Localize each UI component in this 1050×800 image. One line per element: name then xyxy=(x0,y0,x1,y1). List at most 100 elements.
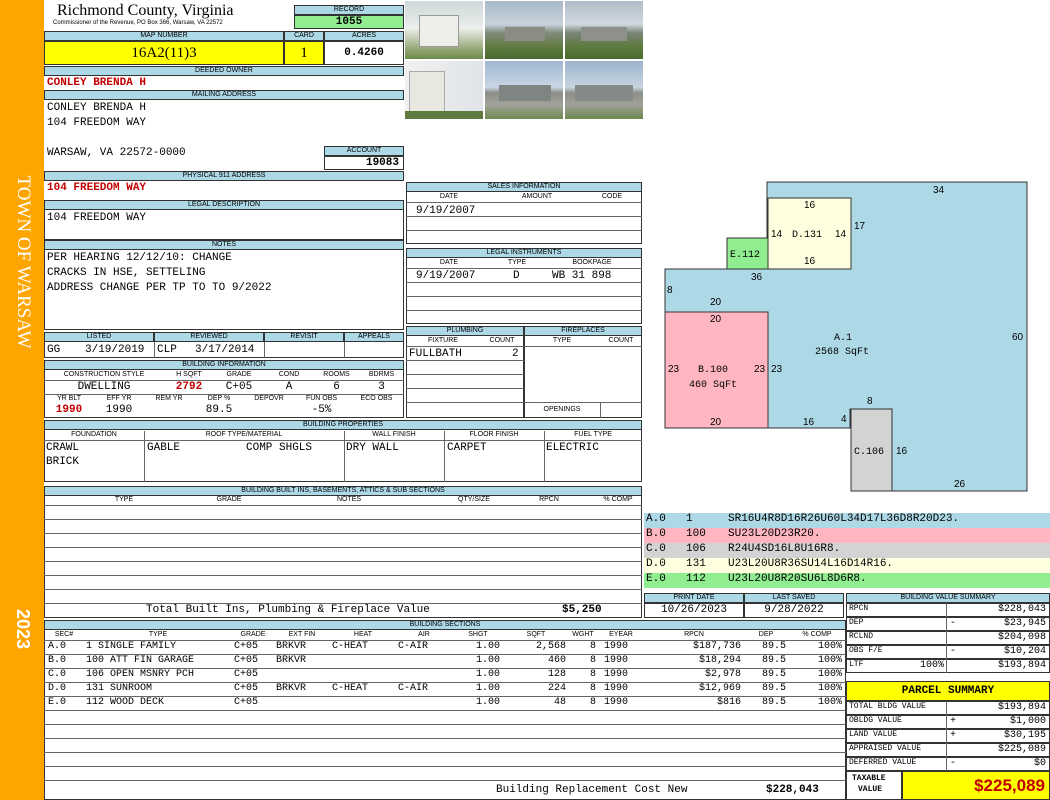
building-info-label: BUILDING INFORMATION xyxy=(44,360,404,370)
replacement-cost-label: Building Replacement Cost New xyxy=(496,784,688,796)
sketch-dim: 60 xyxy=(1012,332,1024,343)
bi-h-ecoobs: ECO OBS xyxy=(360,395,393,402)
sketch-dim: 8 xyxy=(867,396,873,407)
section-cell: 106 OPEN MSNRY PCH xyxy=(86,669,195,680)
parcel-summary-title: PARCEL SUMMARY xyxy=(846,681,1050,701)
fireplaces-col-count: COUNT xyxy=(608,337,634,344)
bp-h-wall: WALL FINISH xyxy=(372,431,416,438)
plumbing-label: PLUMBING xyxy=(406,326,524,336)
section-cell: 100 ATT FIN GARAGE xyxy=(86,655,195,666)
value-summary-key: LTF xyxy=(849,660,864,669)
property-photo xyxy=(564,0,644,60)
legal-instruments-label: LEGAL INSTRUMENTS xyxy=(406,248,642,258)
builtins-col-type: TYPE xyxy=(114,496,134,503)
sketch-dim: 16 xyxy=(896,446,908,457)
record-label: RECORD xyxy=(294,5,404,15)
bi-dep: 89.5 xyxy=(205,404,233,416)
parcel-summary-key: APPRAISED VALUE xyxy=(849,744,922,753)
bs-h-heat: HEAT xyxy=(353,631,373,638)
section-cell: 1.00 xyxy=(475,683,500,694)
bp-h-fuel: FUEL TYPE xyxy=(574,431,612,438)
bp-wall: DRY WALL xyxy=(346,442,399,454)
section-cell: $2,978 xyxy=(704,669,741,680)
value-summary-value: $228,043 xyxy=(997,604,1046,615)
bp-fuel: ELECTRIC xyxy=(546,442,599,454)
value-summary-pct: 100% xyxy=(919,660,944,671)
li-type: D xyxy=(513,270,520,282)
sketch-label-c: C.106 xyxy=(854,447,884,458)
section-cell: 112 WOOD DECK xyxy=(86,697,165,708)
section-cell: 1990 xyxy=(604,683,629,694)
section-cell: BRKVR xyxy=(276,683,307,694)
builtins-col-qty: QTY/SIZE xyxy=(458,496,490,503)
section-cell: 131 SUNROOM xyxy=(86,683,153,694)
deeded-owner-label: DEEDED OWNER xyxy=(44,66,404,76)
section-cell: 89.5 xyxy=(761,683,786,694)
section-cell: 100% xyxy=(817,697,842,708)
sketch-dim: 23 xyxy=(668,364,680,375)
bs-h-sqft: SQFT xyxy=(526,631,546,638)
openings-label: OPENINGS xyxy=(543,406,581,413)
bi-hsqft: 2792 xyxy=(175,381,203,393)
bs-h-wght: WGHT xyxy=(572,631,594,638)
listed-label: LISTED xyxy=(44,332,154,342)
sketch-dim: 4 xyxy=(841,414,847,425)
parcel-summary-value: $30,195 xyxy=(1003,730,1046,741)
print-date-label: PRINT DATE xyxy=(644,593,744,603)
physical-address: 104 FREEDOM WAY xyxy=(47,182,147,194)
bi-h-rooms: ROOMS xyxy=(323,371,350,378)
mailing-line: 104 FREEDOM WAY xyxy=(47,117,147,129)
card-number: 1 xyxy=(284,41,324,65)
section-cell: B.0 xyxy=(48,655,67,666)
builtins-total: $5,250 xyxy=(562,604,602,616)
bs-h-comp: % COMP xyxy=(802,631,832,638)
parcel-summary-value: $1,000 xyxy=(1009,716,1046,727)
sketch-dim: 8 xyxy=(667,285,673,296)
property-photo xyxy=(404,0,484,60)
revisit-label: REVISIT xyxy=(264,332,344,342)
taxable-label: VALUE xyxy=(858,785,883,794)
town-label: TOWN OF WARSAW xyxy=(13,175,34,349)
sketch-dim: 16 xyxy=(804,256,816,267)
bi-h-cs: CONSTRUCTION STYLE xyxy=(63,371,145,378)
bi-h-bdrms: BDRMS xyxy=(368,371,395,378)
physical-address-label: PHYSICAL 911 ADDRESS xyxy=(44,171,404,181)
li-col-type: TYPE xyxy=(507,259,527,266)
acres-label: ACRES xyxy=(324,31,404,41)
note-line: ADDRESS CHANGE PER TP TO TO 9/2022 xyxy=(47,282,272,294)
map-label: MAP NUMBER xyxy=(44,31,284,41)
parcel-summary-sign: - xyxy=(950,758,957,769)
section-cell: 224 xyxy=(547,683,566,694)
section-cell: $12,969 xyxy=(698,683,741,694)
fireplaces-col-type: TYPE xyxy=(552,337,572,344)
bp-h-foundation: FOUNDATION xyxy=(71,431,117,438)
legend-row: B.0 100 SU23L20D23R20. xyxy=(644,528,1050,543)
section-cell: C.0 xyxy=(48,669,67,680)
sketch-dim: 14 xyxy=(771,229,783,240)
commissioner-line: Commissioner of the Revenue, PO Box 366,… xyxy=(53,20,223,26)
reviewed-label: REVIEWED xyxy=(154,332,264,342)
bi-h-depovr: DEPOVR xyxy=(254,395,284,402)
sketch-area-b-size: 460 SqFt xyxy=(689,380,737,391)
bi-h-funobs: FUN OBS xyxy=(305,395,338,402)
parcel-summary-value: $193,894 xyxy=(997,702,1046,713)
plumbing-count: 2 xyxy=(512,348,519,360)
bi-cs: DWELLING xyxy=(77,381,131,393)
bs-h-shgt: SHGT xyxy=(468,631,488,638)
deeded-owner: CONLEY BRENDA H xyxy=(47,77,147,89)
value-summary-sign: - xyxy=(950,618,957,629)
property-photo xyxy=(564,60,644,120)
sketch-dim: 20 xyxy=(710,417,722,428)
notes-label: NOTES xyxy=(44,240,404,250)
section-cell: 100% xyxy=(817,669,842,680)
value-summary-label: BUILDING VALUE SUMMARY xyxy=(846,593,1050,603)
parcel-summary-key: LAND VALUE xyxy=(849,730,898,739)
map-number: 16A2(11)3 xyxy=(44,41,284,65)
print-date: 10/26/2023 xyxy=(644,603,744,618)
value-summary-key: RCLND xyxy=(849,632,874,641)
builtins-label: BUILDING BUILT INS, BASEMENTS, ATTICS & … xyxy=(44,486,642,496)
reviewed-date: 3/17/2014 xyxy=(195,344,255,356)
sketch-dim: 23 xyxy=(771,364,783,375)
section-cell: C-AIR xyxy=(398,641,429,652)
builtins-col-grade: GRADE xyxy=(216,496,242,503)
